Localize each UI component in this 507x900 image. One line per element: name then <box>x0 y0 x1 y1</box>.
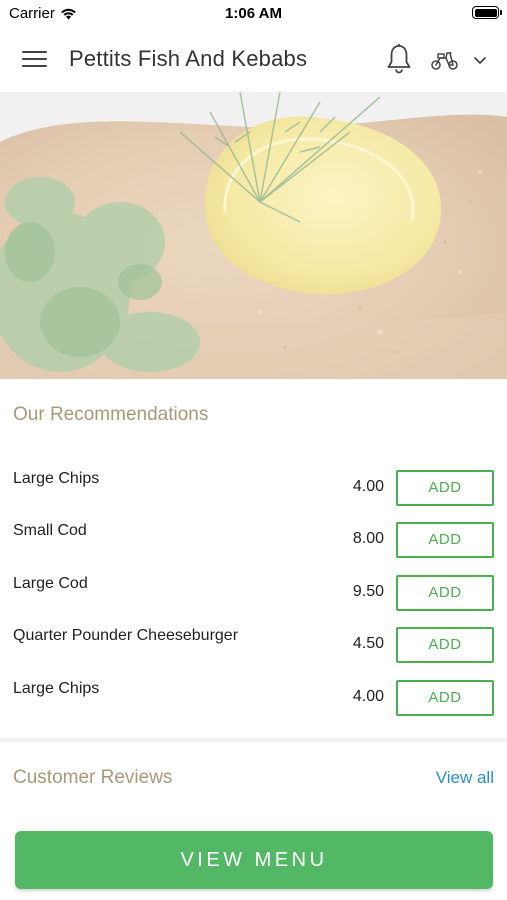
scooter-icon <box>431 52 458 70</box>
item-price: 8.00 <box>352 530 384 547</box>
chevron-down-icon <box>474 57 486 64</box>
list-item: Quarter Pounder Cheeseburger 4.50 ADD <box>0 627 507 667</box>
section-divider <box>0 738 507 742</box>
menu-icon[interactable] <box>22 48 48 70</box>
list-item: Large Chips 4.00 ADD <box>0 680 507 720</box>
list-item: Large Chips 4.00 ADD <box>0 470 507 510</box>
add-button[interactable]: ADD <box>396 680 494 716</box>
list-item: Small Cod 8.00 ADD <box>0 522 507 562</box>
item-price: 4.50 <box>352 635 384 652</box>
view-all-reviews-link[interactable]: View all <box>436 768 494 788</box>
view-menu-button[interactable]: VIEW MENU <box>15 831 493 889</box>
add-button[interactable]: ADD <box>396 522 494 558</box>
item-name: Quarter Pounder Cheeseburger <box>13 627 239 644</box>
battery-icon <box>472 6 502 19</box>
page-title: Pettits Fish And Kebabs <box>69 46 308 71</box>
status-time: 1:06 AM <box>225 5 282 22</box>
bell-icon[interactable] <box>385 43 413 75</box>
add-button[interactable]: ADD <box>396 470 494 506</box>
item-name: Large Chips <box>13 470 100 487</box>
item-price: 4.00 <box>352 688 384 705</box>
add-button[interactable]: ADD <box>396 627 494 663</box>
item-price: 9.50 <box>352 583 384 600</box>
reviews-title: Customer Reviews <box>13 767 173 788</box>
app-header: Pettits Fish And Kebabs <box>0 28 507 92</box>
hero-image <box>0 92 507 379</box>
item-name: Large Cod <box>13 575 88 592</box>
item-price: 4.00 <box>352 478 384 495</box>
list-item: Large Cod 9.50 ADD <box>0 575 507 615</box>
status-bar: Carrier 1:06 AM <box>0 0 507 28</box>
recommendations-title: Our Recommendations <box>13 404 209 425</box>
item-name: Large Chips <box>13 680 100 697</box>
add-button[interactable]: ADD <box>396 575 494 611</box>
delivery-mode-selector[interactable] <box>430 47 492 73</box>
item-name: Small Cod <box>13 522 87 539</box>
